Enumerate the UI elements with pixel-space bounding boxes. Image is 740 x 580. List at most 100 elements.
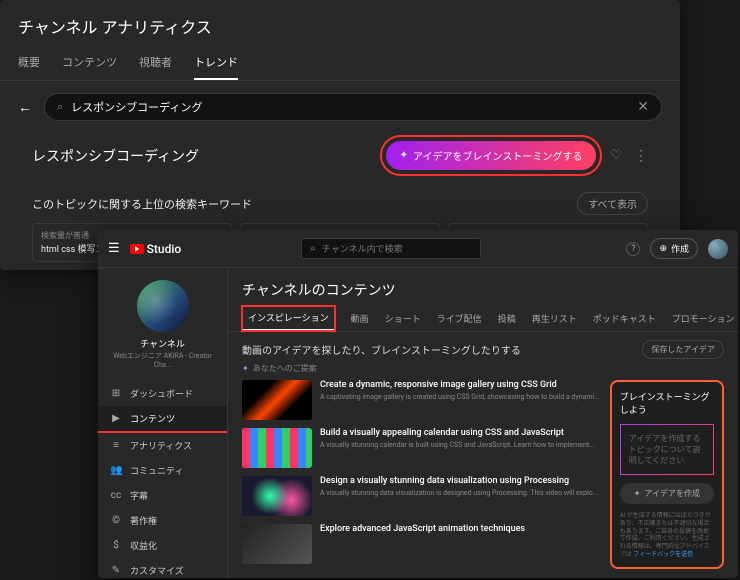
analytics-tabs: 概要 コンテンツ 視聴者 トレンド [0,46,680,81]
menu-icon[interactable]: ☰ [108,241,120,256]
show-all-button[interactable]: すべて表示 [577,192,648,215]
idea-thumbnail [242,428,312,468]
idea-text: Build a visually appealing calendar usin… [320,428,595,468]
help-icon[interactable]: ? [626,242,640,256]
tab-videos[interactable]: 動画 [351,306,369,331]
brainstorm-button[interactable]: ✦ アイデアをブレインストーミングする [386,141,597,170]
youtube-icon [130,244,144,254]
tab-trends[interactable]: トレンド [194,46,238,80]
sidebar-item-community[interactable]: 👥 コミュニティ [98,458,227,483]
search-icon: ⌕ [310,243,316,254]
sidebar-item-copyright[interactable]: © 著作権 [98,508,227,533]
topic-row: レスポンシブコーディング ✦ アイデアをブレインストーミングする ♡ ⋮ [0,131,680,182]
more-icon[interactable]: ⋮ [634,148,648,164]
sidebar-item-monetization[interactable]: $収益化 [98,533,227,558]
idea-desc: A captivating image gallery is created u… [320,393,600,401]
tab-playlists[interactable]: 再生リスト [532,306,577,331]
idea-text: Explore advanced JavaScript animation te… [320,524,525,564]
idea-item[interactable]: Create a dynamic, responsive image galle… [242,380,600,420]
idea-text: Design a visually stunning data visualiz… [320,476,598,516]
sidebar-item-dashboard[interactable]: ⊞ダッシュボード [98,381,227,406]
logo-text: Studio [147,242,182,256]
search-row: ← ⌕ レスポンシブコーディング ✕ [0,81,680,131]
studio-logo[interactable]: Studio [130,242,182,256]
inspiration-subtitle: 動画のアイデアを探したり、ブレインストーミングしたりする [242,342,521,357]
sidebar-item-label: コミュニティ [130,464,183,477]
content-icon: ▶ [110,413,122,424]
studio-panel: ☰ Studio ⌕ チャンネル内で検索 ? ⊕ 作成 チャンネル Webエンジ… [98,230,738,578]
analytics-title: チャンネル アナリティクス [0,0,680,46]
tab-shorts[interactable]: ショート [385,306,421,331]
brainstorm-label: アイデアをブレインストーミングする [413,148,582,163]
channel-avatar [137,280,189,332]
analytics-icon: ≡ [110,440,122,451]
channel-name: チャンネル [140,337,185,350]
sidebar-item-label: コンテンツ [130,412,175,425]
inspiration-subtitle-row: 動画のアイデアを探したり、ブレインストーミングしたりする 保存したアイデア [228,332,738,361]
idea-item[interactable]: Explore advanced JavaScript animation te… [242,524,600,564]
avatar[interactable] [708,239,728,259]
main-content: チャンネルのコンテンツ インスピレーション 動画 ショート ライブ配信 投稿 再… [228,268,738,578]
feedback-link[interactable]: フィードバックを送信 [633,551,693,558]
topic-title: レスポンシブコーディング [32,146,372,166]
saved-ideas-button[interactable]: 保存したアイデア [642,340,724,359]
customize-icon: ✎ [110,565,122,576]
content-tabs: インスピレーション 動画 ショート ライブ配信 投稿 再生リスト ポッドキャスト… [228,306,738,332]
brainstorm-highlight: ✦ アイデアをブレインストーミングする [384,139,599,172]
header-right: ? ⊕ 作成 [626,238,728,259]
clear-icon[interactable]: ✕ [637,99,649,115]
channel-block[interactable]: チャンネル Webエンジニア AKIRA - Creator Cha... [98,268,227,377]
idea-desc: A visually stunning calendar is built us… [320,441,595,449]
tab-podcasts[interactable]: ポッドキャスト [593,306,656,331]
sidebar-item-label: アナリティクス [130,439,192,452]
idea-thumbnail [242,380,312,420]
ideas-list: Create a dynamic, responsive image galle… [242,380,600,569]
tab-promotions[interactable]: プロモーション [672,306,735,331]
brainstorm-panel: ブレインストーミングしよう アイデアを作成するトピックについて説明してください … [610,380,724,569]
favorite-icon[interactable]: ♡ [610,148,622,163]
tab-live[interactable]: ライブ配信 [437,306,482,331]
sidebar-item-analytics[interactable]: ≡ アナリティクス [98,433,227,458]
ai-disclaimer: AI が生成する情報にはばらつきがあり、不正確または不適切な場合もあります。ご自… [620,512,714,559]
brainstorm-panel-title: ブレインストーミングしよう [620,390,714,416]
idea-thumbnail [242,524,312,564]
brainstorm-input[interactable]: アイデアを作成するトピックについて説明してください [620,424,714,475]
idea-item[interactable]: Build a visually appealing calendar usin… [242,428,600,468]
sidebar-item-label: カスタマイズ [130,564,184,577]
studio-body: チャンネル Webエンジニア AKIRA - Creator Cha... ⊞ダ… [98,268,738,578]
sidebar-item-customize[interactable]: ✎ カスタマイズ [98,558,227,578]
search-text: レスポンシブコーディング [71,99,637,115]
studio-search-input[interactable]: ⌕ チャンネル内で検索 [301,238,481,259]
sparkle-icon: ✦ [400,150,408,161]
keywords-header: このトピックに関する上位の検索キーワード すべて表示 [0,182,680,223]
sidebar-item-label: 著作権 [130,514,157,527]
tab-content[interactable]: コンテンツ [62,46,117,80]
create-icon: ⊕ [659,244,667,254]
copyright-icon: © [110,515,122,526]
suggestions-label: あなたへのご提案 [253,363,317,374]
tab-audience[interactable]: 視聴者 [139,46,172,80]
idea-item[interactable]: Design a visually stunning data visualiz… [242,476,600,516]
sidebar-item-label: 字幕 [130,489,148,502]
sidebar-item-subtitles[interactable]: cc 字幕 [98,483,227,508]
sidebar-item-content[interactable]: ▶ コンテンツ [98,406,227,433]
create-idea-button[interactable]: ✦ アイデアを作成 [620,483,714,504]
channel-sub: Webエンジニア AKIRA - Creator Cha... [104,351,221,369]
tab-overview[interactable]: 概要 [18,46,40,80]
dashboard-icon: ⊞ [110,388,122,399]
studio-header: ☰ Studio ⌕ チャンネル内で検索 ? ⊕ 作成 [98,230,738,268]
create-label: 作成 [671,242,689,255]
sparkle-icon: ✦ [242,364,249,373]
ideas-area: Create a dynamic, responsive image galle… [228,380,738,569]
search-icon: ⌕ [57,100,63,114]
sidebar-item-label: 収益化 [130,539,157,552]
idea-title: Create a dynamic, responsive image galle… [320,380,600,391]
tab-inspiration[interactable]: インスピレーション [242,306,335,331]
subtitles-icon: cc [110,490,122,501]
tab-posts[interactable]: 投稿 [498,306,516,331]
back-icon[interactable]: ← [18,99,32,116]
community-icon: 👥 [110,465,122,476]
create-button[interactable]: ⊕ 作成 [650,238,698,259]
search-input[interactable]: ⌕ レスポンシブコーディング ✕ [44,93,662,121]
idea-desc: A visually stunning data visualization i… [320,489,598,497]
